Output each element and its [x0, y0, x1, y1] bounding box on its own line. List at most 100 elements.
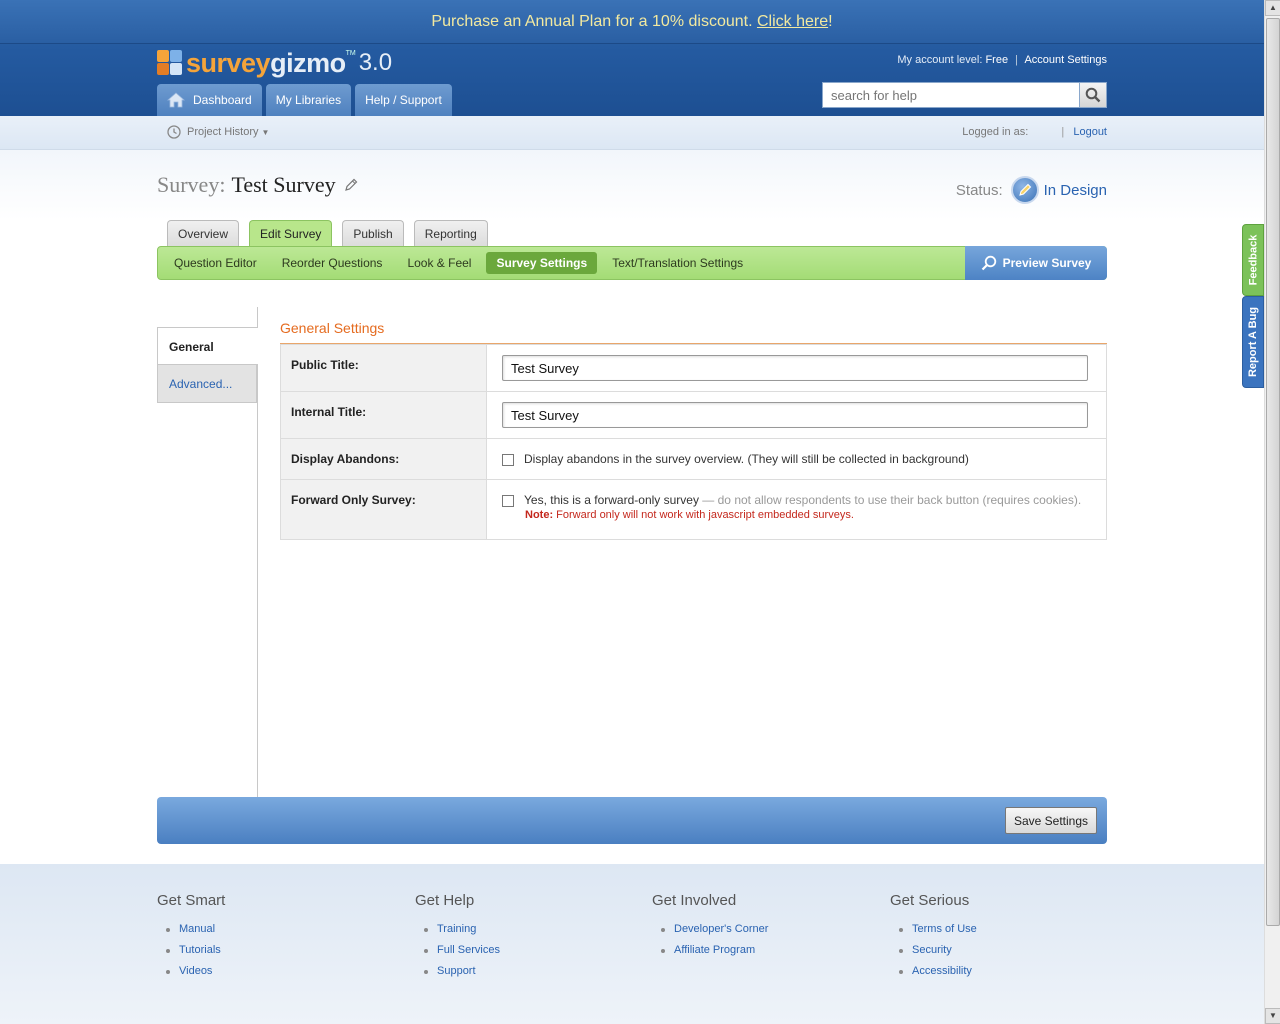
scrollbar-thumb[interactable] [1266, 18, 1280, 926]
general-settings-panel: General Settings Public Title: Internal … [280, 320, 1107, 540]
scroll-up-arrow-icon[interactable]: ▲ [1265, 0, 1280, 16]
promo-end: ! [828, 13, 833, 30]
settings-sidebar: General Advanced... [157, 307, 258, 797]
footer-col-get-help: Get Help Training Full Services Support [415, 892, 500, 986]
footer-heading: Get Involved [652, 892, 737, 909]
logged-in-info: Logged in as: | Logout [962, 126, 1107, 138]
nav-help-label: Help / Support [365, 93, 442, 107]
footer-heading: Get Serious [890, 892, 970, 909]
vertical-scrollbar[interactable]: ▲ ▼ [1264, 0, 1280, 1024]
nav-my-libraries[interactable]: My Libraries [265, 84, 352, 116]
footer-link-security[interactable]: Security [890, 944, 977, 956]
account-info: My account level: Free | Account Setting… [897, 54, 1107, 66]
subtab-survey-settings[interactable]: Survey Settings [486, 252, 598, 274]
edit-title-pencil-icon[interactable] [344, 178, 358, 192]
forward-only-checkbox[interactable] [502, 495, 514, 507]
sub-bar: Project History ▼ Logged in as: | Logout [0, 116, 1264, 150]
footer-col-get-serious: Get Serious Terms of Use Security Access… [890, 892, 977, 986]
logo[interactable]: survey gizmo TM 3.0 [157, 48, 392, 78]
footer-link-affiliate-program[interactable]: Affiliate Program [652, 944, 768, 956]
save-settings-button[interactable]: Save Settings [1004, 807, 1097, 834]
logo-text-gizmo: gizmo [270, 47, 346, 78]
subtab-text-translation-settings[interactable]: Text/Translation Settings [602, 252, 753, 274]
sidebar-item-general[interactable]: General [157, 327, 258, 365]
search-box [822, 82, 1107, 108]
survey-name: Test Survey [231, 172, 336, 197]
footer-heading: Get Smart [157, 892, 226, 909]
tab-overview[interactable]: Overview [167, 220, 240, 247]
nav-dashboard[interactable]: Dashboard [157, 84, 262, 116]
footer-link-full-services[interactable]: Full Services [415, 944, 500, 956]
status-pencil-icon [1010, 176, 1039, 204]
status-value[interactable]: In Design [1044, 182, 1107, 199]
table-row: Public Title: [280, 344, 1107, 392]
forward-only-text: Yes, this is a forward-only survey [524, 493, 699, 507]
footer-col-get-involved: Get Involved Developer's Corner Affiliat… [652, 892, 768, 965]
footer-link-videos[interactable]: Videos [157, 965, 225, 977]
subtab-question-editor[interactable]: Question Editor [164, 252, 267, 274]
project-history-dropdown[interactable]: Project History ▼ [167, 125, 269, 139]
logout-link[interactable]: Logout [1073, 126, 1107, 138]
home-icon [167, 92, 185, 108]
footer-col-get-smart: Get Smart Manual Tutorials Videos [157, 892, 225, 986]
note-label: Note: [525, 509, 554, 521]
footer-link-terms-of-use[interactable]: Terms of Use [890, 923, 977, 935]
footer-link-support[interactable]: Support [415, 965, 500, 977]
subtab-look-and-feel[interactable]: Look & Feel [397, 252, 481, 274]
scroll-down-arrow-icon[interactable]: ▼ [1265, 1008, 1280, 1024]
magnifier-icon [981, 255, 996, 271]
nav-libraries-label: My Libraries [275, 93, 342, 107]
nav-help-support[interactable]: Help / Support [355, 84, 452, 116]
survey-status: Status: In Design [956, 176, 1107, 204]
display-abandons-label: Display Abandons: [280, 438, 487, 480]
status-label: Status: [955, 181, 1003, 199]
tab-reporting[interactable]: Reporting [413, 220, 488, 247]
nav-dashboard-label: Dashboard [193, 93, 252, 107]
footer-link-manual[interactable]: Manual [157, 923, 225, 935]
footer-link-accessibility[interactable]: Accessibility [890, 965, 977, 977]
page: Purchase an Annual Plan for a 10% discou… [0, 0, 1264, 1024]
account-level: Free [985, 54, 1009, 66]
preview-survey-button[interactable]: Preview Survey [965, 246, 1107, 280]
logo-version: 3.0 [358, 49, 393, 76]
logo-text-survey: survey [186, 47, 271, 78]
logo-cube-icon [157, 50, 183, 76]
internal-title-input[interactable] [502, 402, 1088, 428]
feedback-tab[interactable]: Feedback [1242, 224, 1264, 296]
sidebar-item-advanced[interactable]: Advanced... [157, 365, 257, 403]
feedback-label: Feedback [1247, 234, 1259, 286]
forward-only-label: Forward Only Survey: [280, 479, 487, 540]
edit-subnav: Question Editor Reorder Questions Look &… [157, 246, 1107, 280]
survey-label: Survey: [157, 172, 226, 197]
forward-only-note: Note: Forward only will not work with ja… [525, 509, 1091, 521]
display-abandons-text: Display abandons in the survey overview.… [524, 452, 969, 466]
subtab-reorder-questions[interactable]: Reorder Questions [272, 252, 393, 274]
promo-link[interactable]: Click here [757, 13, 828, 30]
project-history-label: Project History [187, 126, 259, 138]
internal-title-label: Internal Title: [280, 391, 487, 439]
page-title: Survey: Test Survey [157, 172, 358, 198]
footer-link-developers-corner[interactable]: Developer's Corner [652, 923, 768, 935]
tab-publish[interactable]: Publish [342, 220, 404, 247]
search-icon [1085, 87, 1101, 103]
promo-text: Purchase an Annual Plan for a 10% discou… [431, 13, 757, 30]
main-nav: Dashboard My Libraries Help / Support [157, 84, 456, 116]
promo-banner: Purchase an Annual Plan for a 10% discou… [0, 0, 1264, 44]
search-button[interactable] [1080, 82, 1107, 108]
report-bug-tab[interactable]: Report A Bug [1242, 296, 1264, 388]
public-title-input[interactable] [502, 355, 1088, 381]
chevron-down-icon: ▼ [261, 127, 270, 137]
survey-tabs: Overview Edit Survey Publish Reporting [167, 220, 498, 247]
search-input[interactable] [822, 82, 1080, 108]
account-settings-link[interactable]: Account Settings [1024, 54, 1107, 66]
save-bar: Save Settings [157, 797, 1107, 844]
display-abandons-checkbox[interactable] [502, 454, 514, 466]
general-settings-heading: General Settings [280, 320, 1107, 344]
logged-in-label: Logged in as: [962, 126, 1029, 138]
tab-edit-survey[interactable]: Edit Survey [249, 220, 333, 247]
footer-link-training[interactable]: Training [415, 923, 500, 935]
public-title-label: Public Title: [280, 344, 487, 392]
settings-table: Public Title: Internal Title: Display Ab… [280, 344, 1107, 540]
preview-survey-label: Preview Survey [1002, 256, 1092, 270]
footer-link-tutorials[interactable]: Tutorials [157, 944, 225, 956]
